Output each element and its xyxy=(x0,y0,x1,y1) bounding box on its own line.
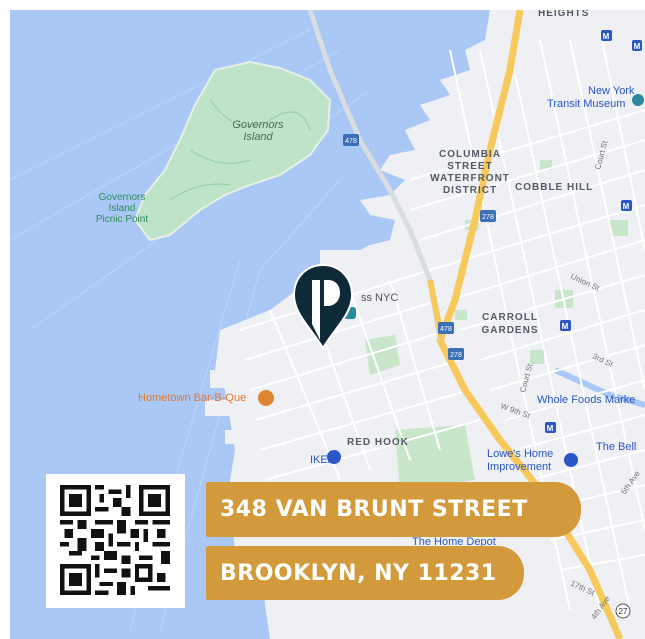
store-icon xyxy=(327,450,341,464)
svg-text:STREET: STREET xyxy=(447,161,492,172)
svg-text:Improvement: Improvement xyxy=(487,461,551,473)
svg-text:Whole Foods Marke: Whole Foods Marke xyxy=(537,394,635,406)
address-line-2: BROOKLYN, NY 11231 xyxy=(206,546,524,600)
label-red-hook: RED HOOK xyxy=(347,437,409,448)
svg-text:M: M xyxy=(603,32,610,41)
svg-text:Transit Museum: Transit Museum xyxy=(547,98,625,110)
museum-icon xyxy=(632,94,644,106)
svg-text:Lowe's Home: Lowe's Home xyxy=(487,448,553,460)
svg-text:DISTRICT: DISTRICT xyxy=(443,185,497,196)
label-cobble-hill: COBBLE HILL xyxy=(515,182,593,193)
svg-text:Island: Island xyxy=(109,203,136,214)
svg-text:Picnic Point: Picnic Point xyxy=(96,214,148,225)
qr-code-icon xyxy=(60,485,170,595)
svg-text:COLUMBIA: COLUMBIA xyxy=(439,149,501,160)
svg-text:M: M xyxy=(634,42,641,51)
restaurant-icon xyxy=(258,390,274,406)
svg-text:ss NYC: ss NYC xyxy=(361,292,398,304)
svg-text:478: 478 xyxy=(345,138,357,145)
svg-text:M: M xyxy=(547,424,554,433)
svg-text:WATERFRONT: WATERFRONT xyxy=(430,173,510,184)
svg-text:The Bell: The Bell xyxy=(596,441,636,453)
svg-text:Governors: Governors xyxy=(99,192,146,203)
svg-text:Island: Island xyxy=(243,131,273,143)
svg-text:278: 278 xyxy=(482,214,494,221)
svg-text:Hometown Bar-B-Que: Hometown Bar-B-Que xyxy=(138,392,246,404)
qr-code[interactable] xyxy=(46,474,185,608)
svg-text:Governors: Governors xyxy=(232,119,284,131)
svg-text:New York: New York xyxy=(588,85,635,97)
svg-text:278: 278 xyxy=(450,352,462,359)
svg-text:M: M xyxy=(562,322,569,331)
svg-text:CARROLL: CARROLL xyxy=(482,312,538,323)
address-line-1: 348 VAN BRUNT STREET xyxy=(206,482,581,537)
svg-text:M: M xyxy=(623,202,630,211)
svg-text:27: 27 xyxy=(619,607,628,616)
svg-text:478: 478 xyxy=(440,326,452,333)
svg-text:GARDENS: GARDENS xyxy=(481,325,538,336)
label-heights: HEIGHTS xyxy=(538,10,589,19)
